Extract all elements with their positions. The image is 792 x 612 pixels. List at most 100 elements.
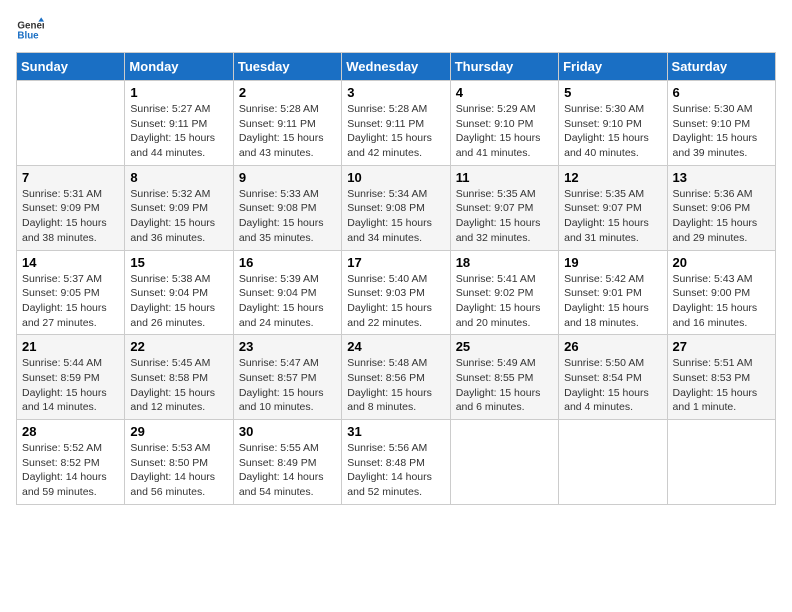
day-info: Sunrise: 5:37 AMSunset: 9:05 PMDaylight:… (22, 272, 119, 331)
day-info: Sunrise: 5:29 AMSunset: 9:10 PMDaylight:… (456, 102, 553, 161)
day-info: Sunrise: 5:30 AMSunset: 9:10 PMDaylight:… (673, 102, 770, 161)
calendar-cell: 29 Sunrise: 5:53 AMSunset: 8:50 PMDaylig… (125, 420, 233, 505)
calendar-cell: 2 Sunrise: 5:28 AMSunset: 9:11 PMDayligh… (233, 81, 341, 166)
day-number: 4 (456, 85, 553, 100)
calendar-cell: 31 Sunrise: 5:56 AMSunset: 8:48 PMDaylig… (342, 420, 450, 505)
calendar-cell (450, 420, 558, 505)
day-number: 25 (456, 339, 553, 354)
calendar-cell: 20 Sunrise: 5:43 AMSunset: 9:00 PMDaylig… (667, 250, 775, 335)
calendar-cell: 8 Sunrise: 5:32 AMSunset: 9:09 PMDayligh… (125, 165, 233, 250)
week-row-1: 1 Sunrise: 5:27 AMSunset: 9:11 PMDayligh… (17, 81, 776, 166)
day-info: Sunrise: 5:44 AMSunset: 8:59 PMDaylight:… (22, 356, 119, 415)
calendar-cell: 24 Sunrise: 5:48 AMSunset: 8:56 PMDaylig… (342, 335, 450, 420)
calendar-cell: 6 Sunrise: 5:30 AMSunset: 9:10 PMDayligh… (667, 81, 775, 166)
week-row-5: 28 Sunrise: 5:52 AMSunset: 8:52 PMDaylig… (17, 420, 776, 505)
header-day-saturday: Saturday (667, 53, 775, 81)
day-info: Sunrise: 5:31 AMSunset: 9:09 PMDaylight:… (22, 187, 119, 246)
day-number: 30 (239, 424, 336, 439)
day-info: Sunrise: 5:35 AMSunset: 9:07 PMDaylight:… (564, 187, 661, 246)
day-number: 23 (239, 339, 336, 354)
week-row-3: 14 Sunrise: 5:37 AMSunset: 9:05 PMDaylig… (17, 250, 776, 335)
day-info: Sunrise: 5:33 AMSunset: 9:08 PMDaylight:… (239, 187, 336, 246)
calendar-cell (667, 420, 775, 505)
calendar-cell: 11 Sunrise: 5:35 AMSunset: 9:07 PMDaylig… (450, 165, 558, 250)
calendar-table: SundayMondayTuesdayWednesdayThursdayFrid… (16, 52, 776, 505)
day-number: 6 (673, 85, 770, 100)
logo-icon: General Blue (16, 16, 44, 44)
header-day-tuesday: Tuesday (233, 53, 341, 81)
day-number: 8 (130, 170, 227, 185)
day-info: Sunrise: 5:34 AMSunset: 9:08 PMDaylight:… (347, 187, 444, 246)
calendar-cell: 1 Sunrise: 5:27 AMSunset: 9:11 PMDayligh… (125, 81, 233, 166)
day-info: Sunrise: 5:38 AMSunset: 9:04 PMDaylight:… (130, 272, 227, 331)
day-info: Sunrise: 5:56 AMSunset: 8:48 PMDaylight:… (347, 441, 444, 500)
calendar-cell: 25 Sunrise: 5:49 AMSunset: 8:55 PMDaylig… (450, 335, 558, 420)
calendar-cell: 17 Sunrise: 5:40 AMSunset: 9:03 PMDaylig… (342, 250, 450, 335)
day-info: Sunrise: 5:52 AMSunset: 8:52 PMDaylight:… (22, 441, 119, 500)
day-number: 19 (564, 255, 661, 270)
day-info: Sunrise: 5:40 AMSunset: 9:03 PMDaylight:… (347, 272, 444, 331)
day-number: 9 (239, 170, 336, 185)
svg-text:Blue: Blue (17, 30, 39, 41)
calendar-cell: 4 Sunrise: 5:29 AMSunset: 9:10 PMDayligh… (450, 81, 558, 166)
header-day-wednesday: Wednesday (342, 53, 450, 81)
day-number: 11 (456, 170, 553, 185)
day-info: Sunrise: 5:45 AMSunset: 8:58 PMDaylight:… (130, 356, 227, 415)
day-info: Sunrise: 5:49 AMSunset: 8:55 PMDaylight:… (456, 356, 553, 415)
calendar-cell: 7 Sunrise: 5:31 AMSunset: 9:09 PMDayligh… (17, 165, 125, 250)
calendar-cell: 21 Sunrise: 5:44 AMSunset: 8:59 PMDaylig… (17, 335, 125, 420)
calendar-cell: 16 Sunrise: 5:39 AMSunset: 9:04 PMDaylig… (233, 250, 341, 335)
day-number: 7 (22, 170, 119, 185)
day-number: 1 (130, 85, 227, 100)
day-number: 31 (347, 424, 444, 439)
day-info: Sunrise: 5:47 AMSunset: 8:57 PMDaylight:… (239, 356, 336, 415)
day-info: Sunrise: 5:30 AMSunset: 9:10 PMDaylight:… (564, 102, 661, 161)
calendar-cell: 14 Sunrise: 5:37 AMSunset: 9:05 PMDaylig… (17, 250, 125, 335)
day-number: 24 (347, 339, 444, 354)
day-info: Sunrise: 5:43 AMSunset: 9:00 PMDaylight:… (673, 272, 770, 331)
day-info: Sunrise: 5:27 AMSunset: 9:11 PMDaylight:… (130, 102, 227, 161)
day-number: 27 (673, 339, 770, 354)
day-number: 17 (347, 255, 444, 270)
day-info: Sunrise: 5:51 AMSunset: 8:53 PMDaylight:… (673, 356, 770, 415)
calendar-cell: 18 Sunrise: 5:41 AMSunset: 9:02 PMDaylig… (450, 250, 558, 335)
day-number: 5 (564, 85, 661, 100)
day-info: Sunrise: 5:28 AMSunset: 9:11 PMDaylight:… (347, 102, 444, 161)
day-info: Sunrise: 5:36 AMSunset: 9:06 PMDaylight:… (673, 187, 770, 246)
calendar-cell: 12 Sunrise: 5:35 AMSunset: 9:07 PMDaylig… (559, 165, 667, 250)
header-day-sunday: Sunday (17, 53, 125, 81)
day-info: Sunrise: 5:32 AMSunset: 9:09 PMDaylight:… (130, 187, 227, 246)
header-row: SundayMondayTuesdayWednesdayThursdayFrid… (17, 53, 776, 81)
calendar-cell: 28 Sunrise: 5:52 AMSunset: 8:52 PMDaylig… (17, 420, 125, 505)
day-info: Sunrise: 5:53 AMSunset: 8:50 PMDaylight:… (130, 441, 227, 500)
calendar-cell: 15 Sunrise: 5:38 AMSunset: 9:04 PMDaylig… (125, 250, 233, 335)
calendar-cell: 9 Sunrise: 5:33 AMSunset: 9:08 PMDayligh… (233, 165, 341, 250)
calendar-cell: 27 Sunrise: 5:51 AMSunset: 8:53 PMDaylig… (667, 335, 775, 420)
day-info: Sunrise: 5:50 AMSunset: 8:54 PMDaylight:… (564, 356, 661, 415)
calendar-cell: 22 Sunrise: 5:45 AMSunset: 8:58 PMDaylig… (125, 335, 233, 420)
day-number: 14 (22, 255, 119, 270)
week-row-2: 7 Sunrise: 5:31 AMSunset: 9:09 PMDayligh… (17, 165, 776, 250)
calendar-cell: 5 Sunrise: 5:30 AMSunset: 9:10 PMDayligh… (559, 81, 667, 166)
header-day-friday: Friday (559, 53, 667, 81)
day-number: 18 (456, 255, 553, 270)
day-number: 10 (347, 170, 444, 185)
day-info: Sunrise: 5:41 AMSunset: 9:02 PMDaylight:… (456, 272, 553, 331)
day-number: 13 (673, 170, 770, 185)
header-day-monday: Monday (125, 53, 233, 81)
calendar-cell: 10 Sunrise: 5:34 AMSunset: 9:08 PMDaylig… (342, 165, 450, 250)
calendar-cell (17, 81, 125, 166)
day-number: 12 (564, 170, 661, 185)
calendar-cell: 13 Sunrise: 5:36 AMSunset: 9:06 PMDaylig… (667, 165, 775, 250)
day-info: Sunrise: 5:55 AMSunset: 8:49 PMDaylight:… (239, 441, 336, 500)
day-number: 28 (22, 424, 119, 439)
day-info: Sunrise: 5:42 AMSunset: 9:01 PMDaylight:… (564, 272, 661, 331)
calendar-cell (559, 420, 667, 505)
day-number: 15 (130, 255, 227, 270)
logo: General Blue (16, 16, 44, 44)
day-info: Sunrise: 5:39 AMSunset: 9:04 PMDaylight:… (239, 272, 336, 331)
day-number: 22 (130, 339, 227, 354)
calendar-cell: 30 Sunrise: 5:55 AMSunset: 8:49 PMDaylig… (233, 420, 341, 505)
day-number: 26 (564, 339, 661, 354)
day-info: Sunrise: 5:48 AMSunset: 8:56 PMDaylight:… (347, 356, 444, 415)
